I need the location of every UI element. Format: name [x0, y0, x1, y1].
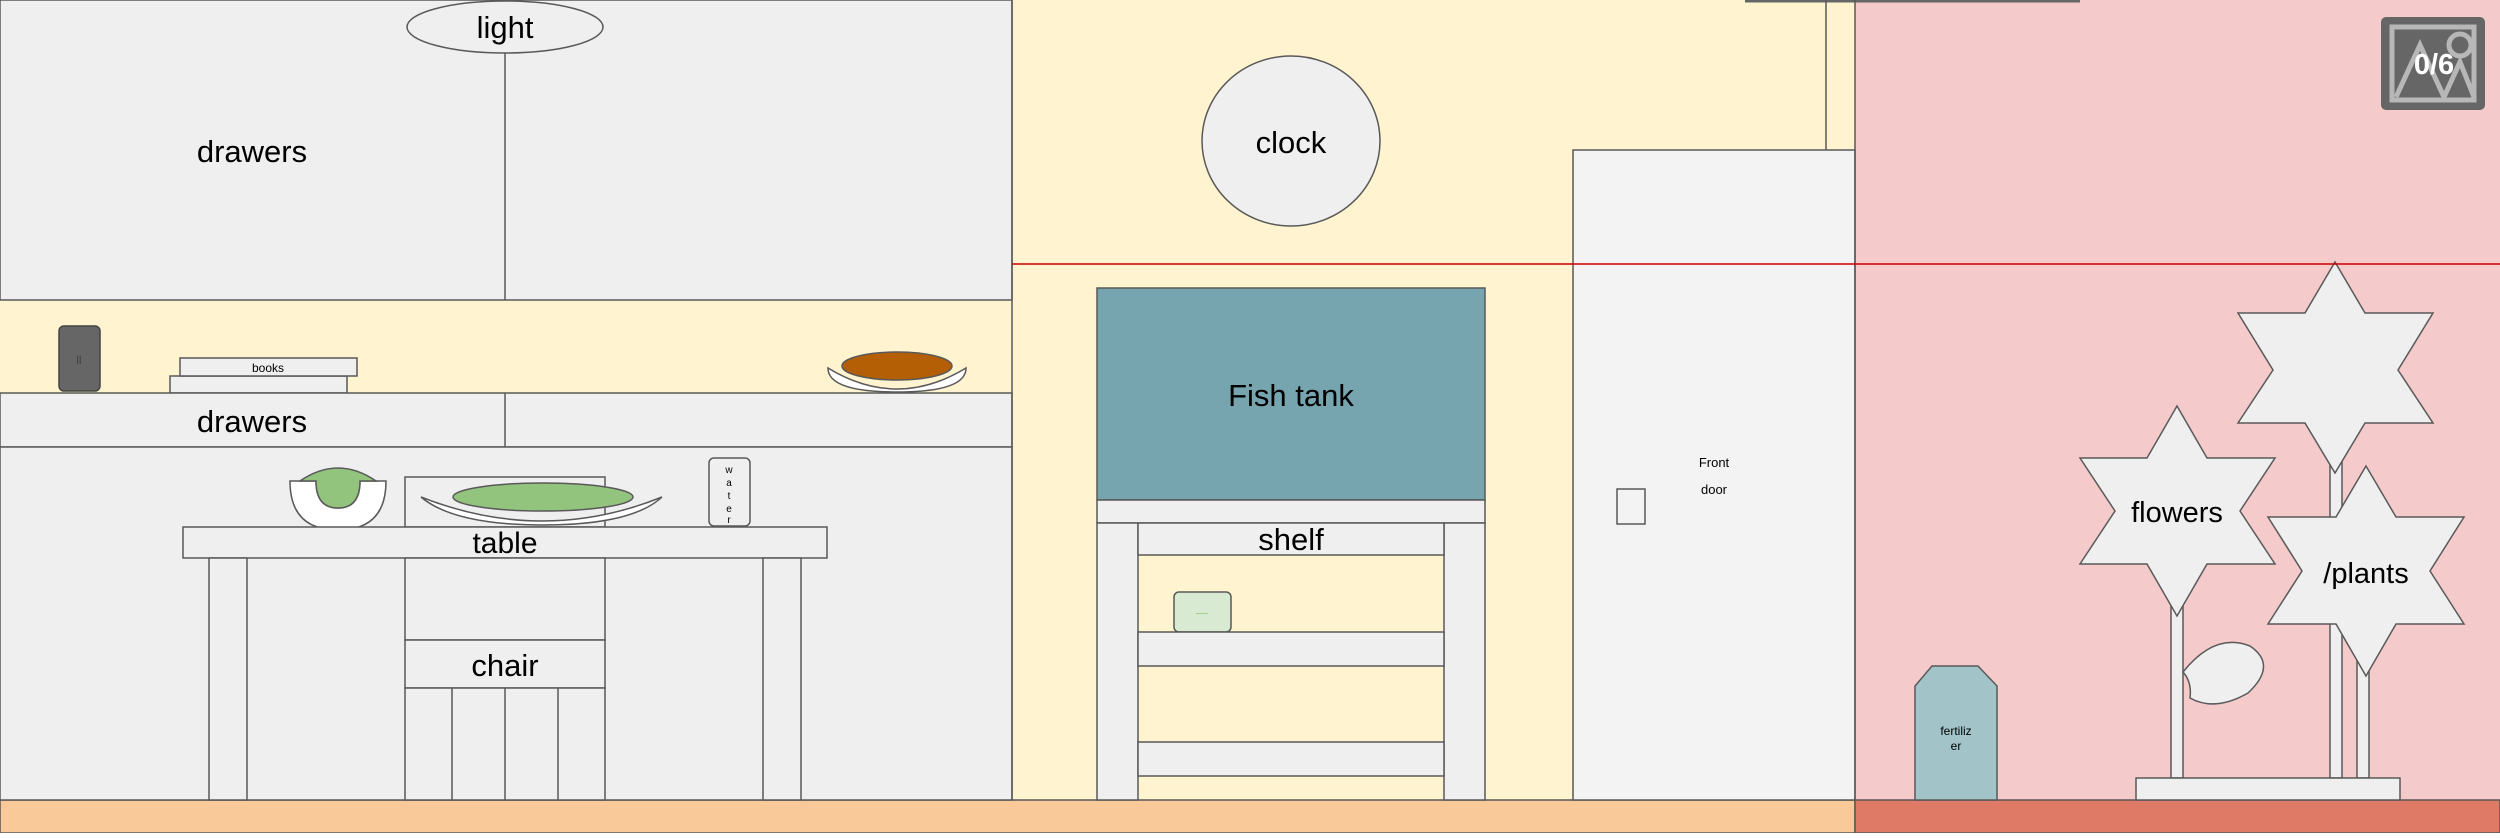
shelf-post-left: [1096, 522, 1139, 801]
fish-tank-label: Fish tank: [1228, 378, 1354, 413]
front-door[interactable]: [1572, 149, 1856, 801]
books-label: books: [252, 361, 284, 375]
drawers-top-label: drawers: [197, 134, 307, 169]
left-room-counter-band: [0, 300, 1012, 393]
plants-label: /plants: [2323, 558, 2408, 590]
water-letter-3: t: [728, 491, 731, 502]
drawers-middle-label: drawers: [197, 404, 307, 439]
plant-stem-1: [2170, 599, 2184, 779]
front-door-label-line1: Front: [1699, 455, 1730, 470]
table-leg-right: [762, 557, 802, 801]
chair-back-lower[interactable]: [404, 557, 606, 641]
front-door-handle[interactable]: [1616, 488, 1646, 525]
fertilizer-label-line2: er: [1951, 739, 1962, 753]
fertilizer-label-line1: fertiliz: [1940, 724, 1971, 738]
flowers-label: flowers: [2131, 497, 2223, 529]
shelf-label: shelf: [1258, 522, 1324, 557]
speaker-mark: ||: [77, 354, 82, 364]
shelf-board-lower: [1137, 741, 1445, 777]
books-bottom[interactable]: [169, 375, 348, 394]
front-door-label-line2: door: [1701, 482, 1728, 497]
water-letter-4: e: [726, 504, 732, 515]
scene-svg: drawers light || books drawers w a t e r…: [0, 0, 2500, 834]
floor-left: [0, 799, 1856, 834]
counter-text: 0/6: [2414, 49, 2454, 81]
fish-tank-base: [1096, 499, 1486, 524]
table-leg-left: [208, 557, 248, 801]
salad-platter[interactable]: [452, 482, 634, 512]
tank-item-mark: ~~~: [1196, 611, 1208, 618]
table-label: table: [472, 527, 537, 560]
game-scene: drawers light || books drawers w a t e r…: [0, 0, 2500, 834]
found-counter[interactable]: 0/6: [2381, 17, 2485, 110]
chair-label: chair: [471, 648, 538, 683]
floor-right: [1854, 799, 2500, 834]
plant-stem-3: [2356, 659, 2370, 779]
soup[interactable]: [841, 351, 953, 381]
drawers-middle[interactable]: [0, 392, 1013, 448]
light-label: light: [477, 10, 534, 45]
water-letter-2: a: [726, 478, 732, 489]
water-letter-1: w: [724, 465, 733, 476]
clock-label: clock: [1256, 125, 1327, 160]
planter-base[interactable]: [2135, 777, 2401, 801]
shelf-board-middle: [1137, 631, 1445, 667]
shelf-post-right: [1443, 522, 1486, 801]
